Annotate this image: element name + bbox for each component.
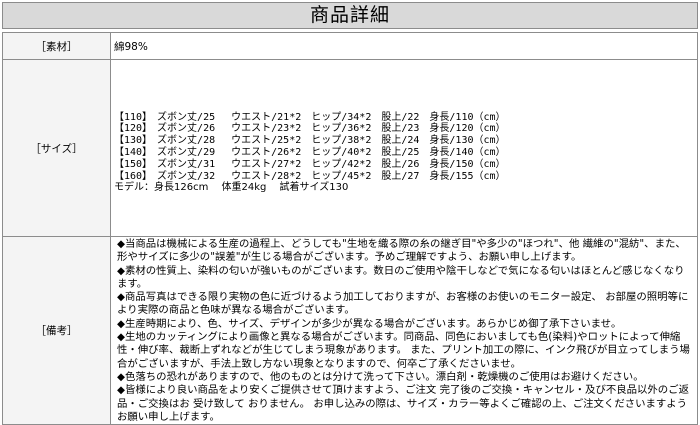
notes-value: ◆当商品は機械による生産の過程上、どうしても"生地を織る際の糸の継ぎ目"や多少の… bbox=[110, 235, 698, 425]
size-line-160: 【160】 ズボン丈/32 ウエスト/28*2 ヒップ/45*2 股上/27 身… bbox=[114, 170, 506, 182]
note-manufacturing: ◆当商品は機械による生産の過程上、どうしても"生地を織る際の糸の継ぎ目"や多少の… bbox=[117, 238, 686, 264]
note-dye-smell: ◆素材の性質上、染料の匂いが強いものがございます。数日のご使用や陰干しなどで気に… bbox=[117, 264, 685, 290]
size-line-140: 【140】 ズボン丈/29 ウエスト/26*2 ヒップ/40*2 股上/25 身… bbox=[114, 147, 506, 158]
size-line-150: 【150】 ズボン丈/31 ウエスト/27*2 ヒップ/42*2 股上/26 身… bbox=[114, 158, 506, 170]
size-chart: 【110】 ズボン丈/25 ウエスト/21*2 ヒップ/34*2 股上/22 身… bbox=[114, 112, 697, 195]
note-photo-color: ◆商品写真はできる限り実物の色に近づけるよう加工しておりますが、お客様のお使いの… bbox=[117, 291, 689, 317]
size-line-110: 【110】 ズボン丈/25 ウエスト/21*2 ヒップ/34*2 股上/22 身… bbox=[114, 111, 506, 123]
size-line-120: 【120】 ズボン丈/26 ウエスト/23*2 ヒップ/36*2 股上/23 身… bbox=[114, 123, 506, 135]
size-value: 【110】 ズボン丈/25 ウエスト/21*2 ヒップ/34*2 股上/22 身… bbox=[110, 59, 698, 237]
notes-text: ◆当商品は機械による生産の過程上、どうしても"生地を織る際の糸の継ぎ目"や多少の… bbox=[114, 237, 697, 424]
size-label: ［サイズ］ bbox=[2, 59, 111, 237]
note-production-period: ◆生産時期により、色、サイズ、デザインが多少が異なる場合がございます。あらかじめ… bbox=[117, 317, 622, 330]
size-line-130: 【130】 ズボン丈/28 ウエスト/25*2 ヒップ/38*2 股上/24 身… bbox=[114, 135, 506, 147]
note-returns: ◆皆様により良い商品をより安くご提供させて頂けますよう、ご注文 完了後のご交換・… bbox=[117, 384, 689, 423]
material-row: ［素材］ 綿98% bbox=[2, 32, 698, 60]
model-info: モデル：身長126cm 体重24kg 試着サイズ130 bbox=[114, 182, 349, 194]
size-row: ［サイズ］ 【110】 ズボン丈/25 ウエスト/21*2 ヒップ/34*2 股… bbox=[2, 59, 698, 237]
product-spec-table: ［素材］ 綿98% ［サイズ］ 【110】 ズボン丈/25 ウエスト/21*2 … bbox=[2, 32, 698, 425]
material-label: ［素材］ bbox=[2, 32, 111, 60]
note-cutting: ◆生地のカッティングにより画像と異なる場合がございます。同商品、同色においまして… bbox=[117, 331, 690, 370]
page-title: 商品詳細 bbox=[2, 2, 698, 29]
note-color-fading: ◆色落ちの恐れがありますので、他のものとは分けて洗って下さい。漂白剤・乾燥機のご… bbox=[117, 370, 644, 383]
product-detail-page: 商品詳細 ［素材］ 綿98% ［サイズ］ 【110】 ズボン丈/25 ウエスト/… bbox=[0, 0, 700, 425]
notes-row: ［備考］ ◆当商品は機械による生産の過程上、どうしても"生地を織る際の糸の継ぎ目… bbox=[2, 235, 698, 425]
notes-label: ［備考］ bbox=[2, 235, 111, 425]
material-value: 綿98% bbox=[110, 32, 698, 60]
